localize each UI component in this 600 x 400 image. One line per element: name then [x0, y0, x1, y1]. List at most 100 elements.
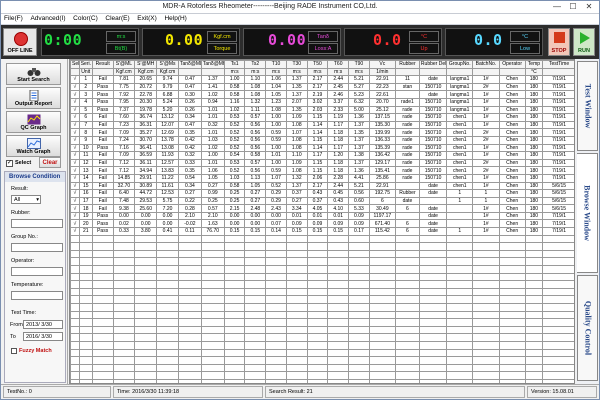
column-header[interactable]: S'@MH: [134, 60, 158, 69]
table-row[interactable]: √ 21 Pass 0.33 3.80 0.41 0.11 76.70 0.15 0.15 0.14…: [70, 227, 574, 236]
empty-cell: [200, 325, 225, 335]
column-header[interactable]: Seri.: [78, 60, 93, 69]
minimize-button[interactable]: —: [549, 2, 565, 13]
column-header[interactable]: Rubber Del: [418, 60, 448, 69]
table-row[interactable]: √ 17 Fail 7.48 29.53 5.75 0.22 0.25 0.25 0.27 0.29…: [70, 196, 574, 206]
run-button[interactable]: RUN: [573, 28, 595, 56]
column-header[interactable]: Vc: [368, 60, 396, 69]
tab-browse-window[interactable]: Browse Window: [577, 153, 598, 273]
offline-button[interactable]: OFF LINE: [3, 28, 37, 56]
row-select-cell[interactable]: √: [70, 204, 80, 213]
fuzzy-match-checkbox[interactable]: [11, 348, 17, 354]
column-header[interactable]: T10: [265, 60, 287, 69]
table-row[interactable]: √ 8 Fail 7.09 35.27 12.69 0.35 1.01 0.52 0.56 0.59…: [70, 128, 574, 137]
menu-color[interactable]: Color(C): [70, 14, 101, 22]
table-row[interactable]: √ 9 Fail 7.24 30.70 13.78 0.42 1.03 0.52 0.56 0.59…: [70, 135, 574, 145]
table-row[interactable]: √ 20 Pass 0.02 0.00 0.00 -0.02 1.63 0.00 0.00 0.07…: [70, 219, 574, 229]
table-row[interactable]: √ 7 Fail 7.23 36.31 12.07 0.47 0.32 0.52 0.56 1.00…: [70, 120, 574, 130]
row-select-cell[interactable]: √: [70, 105, 80, 115]
table-row[interactable]: √ 5 Pass 7.37 19.78 5.20 0.26 1.01 1.02 1.11 1.08 1…: [70, 105, 574, 115]
row-select-cell[interactable]: √: [70, 90, 80, 99]
menu-clear[interactable]: Clear(E): [102, 14, 132, 22]
table-row[interactable]: √ 14 Fail 14.85 29.91 11.22 0.54 1.05 1.03 1.13 1.…: [70, 173, 574, 183]
table-row[interactable]: √ 15 Fail 32.70 30.89 11.61 0.34 0.27 0.58 1.05 0.…: [70, 181, 574, 191]
table-row[interactable]: √ 10 Pass 7.16 36.41 13.08 0.42 1.02 0.52 0.56 1.0…: [70, 143, 574, 153]
column-header[interactable]: T60: [327, 60, 350, 69]
select-checkbox[interactable]: ✓: [6, 160, 13, 167]
column-header[interactable]: Ts1: [223, 60, 246, 69]
column-header[interactable]: S'@Ms: [156, 60, 179, 69]
column-header[interactable]: TestTime: [542, 60, 574, 69]
column-header[interactable]: Rubber: [394, 60, 420, 69]
menu-advanced[interactable]: Advanced(I): [27, 14, 68, 22]
row-select-cell[interactable]: √: [70, 120, 80, 130]
group-no-input[interactable]: [11, 243, 63, 252]
table-row[interactable]: √ 13 Fail 7.12 34.94 13.83 0.35 1.06 0.52 0.56 0.5…: [70, 166, 574, 175]
row-select-cell[interactable]: √: [70, 189, 80, 198]
to-date-picker[interactable]: 2016/ 3/30: [23, 332, 63, 341]
table-row[interactable]: √ 4 Pass 7.95 20.30 5.24 0.26 0.94 1.16 1.32 1.23 2…: [70, 97, 574, 107]
row-select-cell[interactable]: √: [70, 113, 80, 122]
menu-file[interactable]: File(F): [1, 14, 26, 22]
row-select-cell[interactable]: √: [70, 166, 80, 175]
row-select-cell[interactable]: √: [70, 181, 80, 191]
table-cell: 180: [524, 105, 544, 115]
stop-button[interactable]: STOP: [548, 28, 570, 56]
group-no-label: Group No.:: [11, 234, 38, 240]
table-row[interactable]: √ 6 Fail 7.60 36.74 13.12 0.34 1.01 0.53 0.57 1.00…: [70, 113, 574, 122]
column-header[interactable]: Sel.: [70, 60, 80, 69]
table-row[interactable]: √ 3 Pass 7.92 22.78 6.88 0.30 1.02 0.58 1.08 1.05 1…: [70, 90, 574, 99]
clear-button[interactable]: Clear: [39, 157, 61, 168]
column-header[interactable]: GroupNo.: [446, 60, 474, 69]
from-date-picker[interactable]: 2013/ 3/30: [23, 320, 63, 329]
close-button[interactable]: ✕: [581, 2, 597, 13]
column-header[interactable]: T90: [348, 60, 370, 69]
row-select-cell[interactable]: √: [70, 143, 80, 153]
table-header-row: Sel.Seri.ResultS'@MLS'@MHS'@MsTanδ@MLTan…: [70, 60, 574, 69]
column-header[interactable]: S'@ML: [112, 60, 136, 69]
qc-graph-button[interactable]: QC Graph: [6, 111, 61, 133]
table-row[interactable]: √ 2 Pass 7.75 20.72 9.79 0.47 1.41 0.58 1.08 1.04 1…: [70, 82, 574, 92]
start-search-button[interactable]: Start Search: [6, 63, 61, 85]
watch-graph-button[interactable]: Watch Graph: [6, 135, 61, 157]
row-select-cell[interactable]: √: [70, 227, 80, 236]
result-select[interactable]: All ▾: [11, 195, 41, 204]
table-row[interactable]: √ 18 Fail 9.38 25.60 7.20 0.28 0.57 2.15 2.48 2.43…: [70, 204, 574, 213]
column-header[interactable]: T50: [306, 60, 329, 69]
rubber-input[interactable]: [11, 219, 63, 228]
output-report-button[interactable]: Output Report: [6, 87, 61, 109]
row-select-cell[interactable]: √: [70, 75, 80, 84]
menu-help[interactable]: Help(H): [161, 14, 189, 22]
row-select-cell[interactable]: √: [70, 211, 80, 221]
column-header[interactable]: Result: [91, 60, 114, 69]
operator-input[interactable]: [11, 267, 63, 276]
column-header[interactable]: Tanδ@ML: [177, 60, 202, 69]
tab-quality-control[interactable]: Quality Control: [577, 275, 598, 381]
row-select-cell[interactable]: √: [70, 158, 80, 168]
table-cell: 136.33: [368, 135, 396, 145]
temperature-input[interactable]: [11, 291, 63, 300]
column-header[interactable]: Tanδ@MH: [200, 60, 225, 69]
row-select-cell[interactable]: √: [70, 135, 80, 145]
table-row[interactable]: √ 1 Fail 7.81 20.65 9.74 0.47 1.37 1.00 1.10 1.06 1…: [70, 75, 574, 84]
row-select-cell[interactable]: √: [70, 151, 80, 160]
empty-cell: [498, 265, 526, 274]
row-select-cell[interactable]: √: [70, 173, 80, 183]
column-header[interactable]: Ts2: [244, 60, 267, 69]
table-row[interactable]: √ 11 Fail 7.09 36.59 11.93 0.32 1.00 0.54 0.58 1.0…: [70, 151, 574, 160]
row-select-cell[interactable]: √: [70, 219, 80, 229]
row-select-cell[interactable]: √: [70, 128, 80, 137]
table-row[interactable]: √ 19 Pass 0.00 0.00 0.00 2.10 2.10 0.00 0.00 0.00 0…: [70, 211, 574, 221]
column-header[interactable]: BatchNo.: [472, 60, 500, 69]
column-header[interactable]: Operator: [498, 60, 526, 69]
row-select-cell[interactable]: √: [70, 196, 80, 206]
column-header[interactable]: T30: [285, 60, 308, 69]
maximize-button[interactable]: ☐: [565, 2, 581, 13]
column-header[interactable]: Temp: [524, 60, 544, 69]
table-row[interactable]: √ 16 Fail 6.40 44.72 12.53 0.27 0.99 0.25 0.27 0.2…: [70, 189, 574, 198]
row-select-cell[interactable]: √: [70, 97, 80, 107]
tab-test-window[interactable]: Test Window: [577, 61, 598, 151]
table-row[interactable]: √ 12 Fail 7.12 36.11 12.57 0.33 1.01 0.53 0.57 1.0…: [70, 158, 574, 168]
row-select-cell[interactable]: √: [70, 82, 80, 92]
menu-exit[interactable]: Exit(X): [134, 14, 160, 22]
